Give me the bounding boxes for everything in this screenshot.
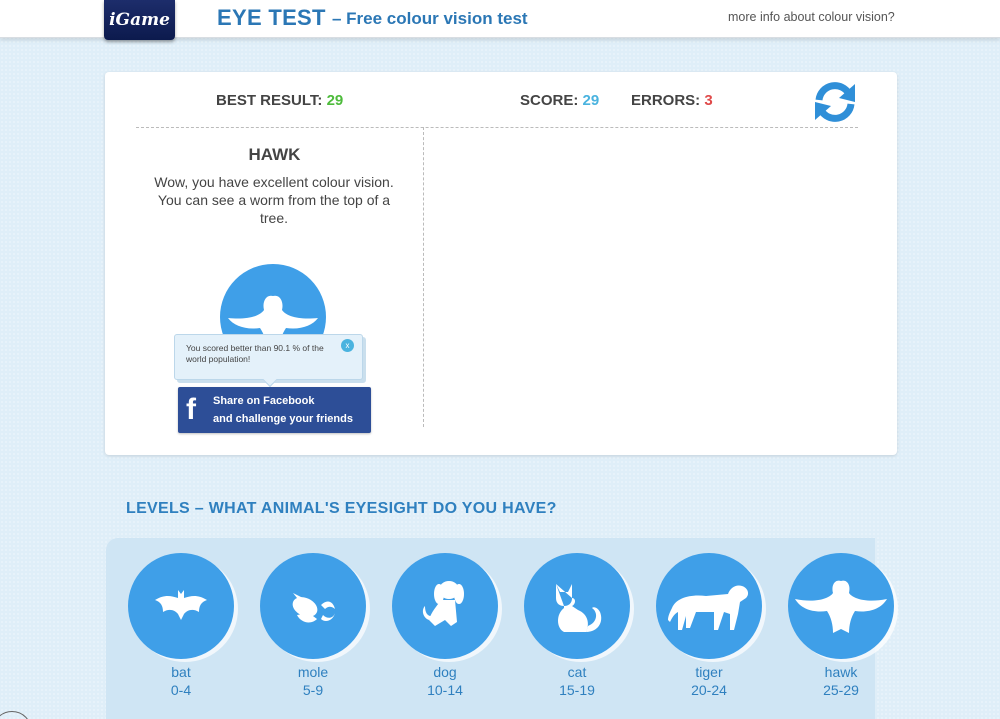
dog-icon bbox=[422, 581, 464, 626]
errors: ERRORS: 3 bbox=[631, 92, 713, 109]
level-mole: mole 5-9 bbox=[260, 553, 366, 699]
errors-value: 3 bbox=[704, 92, 713, 109]
percentile-tooltip: You scored better than 90.1 % of the wor… bbox=[174, 334, 363, 388]
tiger-icon bbox=[668, 585, 749, 630]
level-range: 25-29 bbox=[823, 682, 859, 698]
tooltip-text: You scored better than 90.1 % of the wor… bbox=[186, 343, 324, 364]
facebook-icon: f bbox=[186, 393, 196, 426]
result-description: Wow, you have excellent colour vision. Y… bbox=[154, 174, 394, 226]
level-name: dog bbox=[433, 664, 457, 680]
best-result-label: BEST RESULT: bbox=[216, 92, 323, 109]
page-subtitle: – Free colour vision test bbox=[332, 9, 528, 28]
hawk-icon bbox=[795, 580, 887, 633]
best-result: BEST RESULT: 29 bbox=[216, 92, 343, 109]
level-name: bat bbox=[171, 664, 191, 680]
vertical-divider bbox=[423, 127, 424, 427]
level-hawk: hawk 25-29 bbox=[788, 553, 894, 699]
restart-button[interactable] bbox=[811, 80, 859, 124]
scroll-indicator bbox=[0, 711, 32, 719]
logo-text: iGame bbox=[109, 10, 170, 30]
level-badge bbox=[128, 553, 234, 659]
score: SCORE: 29 bbox=[520, 92, 599, 109]
level-name: mole bbox=[297, 664, 329, 680]
level-range: 10-14 bbox=[427, 682, 463, 698]
colour-vision-info-link[interactable]: more info about colour vision? bbox=[728, 10, 895, 24]
best-result-value: 29 bbox=[326, 92, 344, 109]
bat-icon bbox=[155, 590, 207, 620]
level-name: cat bbox=[567, 664, 587, 680]
score-value: 29 bbox=[582, 92, 600, 109]
level-cat: cat 15-19 bbox=[524, 553, 630, 699]
level-badge bbox=[788, 553, 894, 659]
level-range: 20-24 bbox=[691, 682, 727, 698]
level-badge bbox=[392, 553, 498, 659]
tooltip-arrow bbox=[262, 372, 278, 388]
cat-icon bbox=[556, 584, 602, 632]
top-header: iGame EYE TEST – Free colour vision test… bbox=[0, 0, 1000, 40]
level-dog: dog 10-14 bbox=[392, 553, 498, 699]
refresh-icon bbox=[815, 82, 855, 122]
share-facebook-button[interactable]: f Share on Facebook and challenge your f… bbox=[178, 387, 371, 433]
score-label: SCORE: bbox=[520, 92, 579, 109]
level-name: tiger bbox=[695, 664, 723, 680]
close-icon[interactable]: x bbox=[341, 339, 354, 352]
igame-logo[interactable]: iGame bbox=[104, 0, 175, 40]
level-badge bbox=[524, 553, 630, 659]
level-tiger: tiger 20-24 bbox=[656, 553, 762, 699]
level-badge bbox=[260, 553, 366, 659]
facebook-button-label: Share on Facebook bbox=[213, 395, 315, 407]
level-range: 5-9 bbox=[302, 682, 324, 698]
result-card: BEST RESULT: 29 SCORE: 29 ERRORS: 3 HAWK… bbox=[105, 72, 897, 455]
mole-icon bbox=[292, 593, 335, 623]
level-badge bbox=[656, 553, 762, 659]
horizontal-divider bbox=[136, 127, 858, 128]
level-range: 15-19 bbox=[559, 682, 595, 698]
level-range: 0-4 bbox=[170, 682, 192, 698]
facebook-button-sublabel: and challenge your friends bbox=[213, 413, 353, 425]
levels-heading: LEVELS – WHAT ANIMAL'S EYESIGHT DO YOU H… bbox=[126, 500, 557, 517]
level-name: hawk bbox=[824, 664, 858, 680]
result-animal-name: HAWK bbox=[248, 145, 301, 164]
page-title: EYE TEST bbox=[217, 5, 326, 30]
level-bat: bat 0-4 bbox=[128, 553, 234, 699]
errors-label: ERRORS: bbox=[631, 92, 701, 109]
